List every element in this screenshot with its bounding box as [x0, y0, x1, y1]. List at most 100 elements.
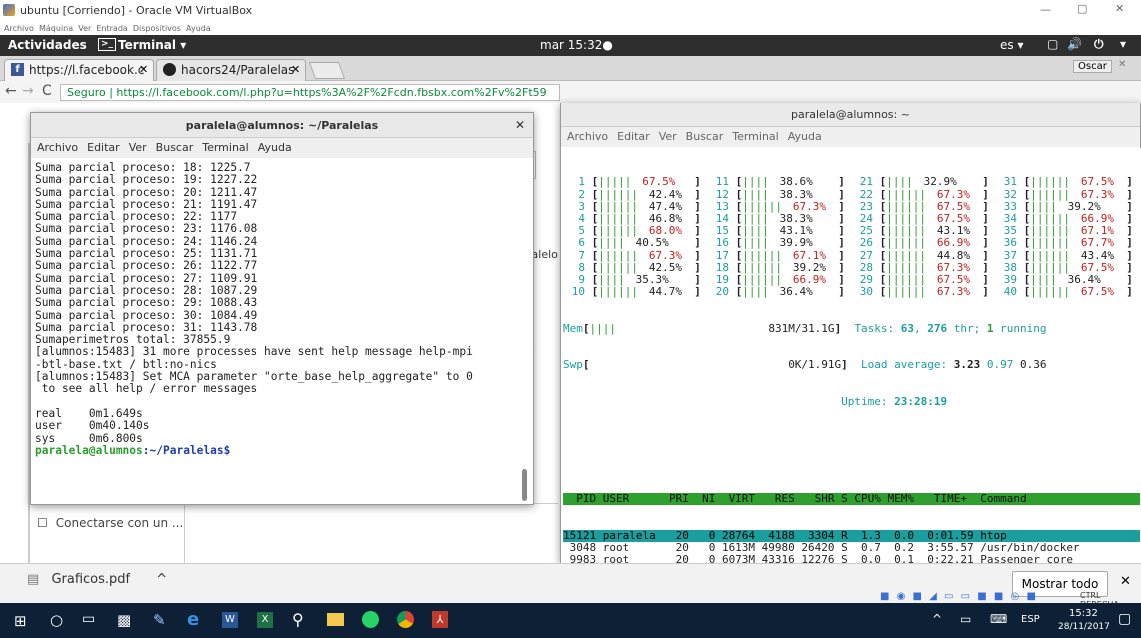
close-icon[interactable]: ✕: [1120, 574, 1131, 589]
word-icon[interactable]: W: [222, 612, 238, 628]
close-icon[interactable]: ✕: [515, 113, 525, 138]
window-icon[interactable]: ▢: [1047, 37, 1058, 51]
maximize-icon[interactable]: ▢: [1077, 2, 1087, 15]
chevron-up-icon[interactable]: ^: [156, 572, 167, 587]
terminal-titlebar[interactable]: paralela@alumnos: ~: [561, 103, 1140, 127]
cpu-bar: ||||||: [742, 260, 782, 274]
chrome-icon[interactable]: [397, 611, 414, 628]
github-icon: [163, 63, 176, 76]
forward-icon[interactable]: →: [22, 83, 34, 99]
gnome-topbar: Actividades >_ Terminal ▾ mar 15:32● es …: [0, 35, 1141, 56]
menu-terminal[interactable]: Terminal: [732, 130, 779, 143]
cpu-meter: 40 [|||||| 67.5%]: [995, 286, 1139, 298]
connect-label: Conectarse con un ...: [55, 516, 184, 530]
terminal-menubar: Archivo Editar Ver Buscar Terminal Ayuda: [561, 127, 1140, 147]
cpu-percent: 67.3%: [936, 285, 970, 299]
cpu-percent: 67.5%: [1080, 285, 1114, 299]
close-icon[interactable]: ✕: [1115, 2, 1124, 15]
excel-icon[interactable]: X: [257, 612, 273, 628]
tab-facebook[interactable]: f https://l.facebook.c ✕: [4, 59, 154, 81]
pdf-icon[interactable]: ⅄: [432, 611, 448, 628]
windows-start-icon[interactable]: ⊞: [14, 612, 27, 630]
cpu-bar: ||||: [1030, 199, 1057, 213]
terminal-titlebar[interactable]: paralela@alumnos: ~/Paralelas ✕: [31, 113, 533, 138]
cpu-number: 6: [578, 236, 585, 250]
notification-icon[interactable]: ▢: [1118, 611, 1131, 627]
cpu-bar: ||||: [886, 175, 913, 189]
close-tab-icon[interactable]: ✕: [139, 63, 148, 76]
menu-archivo[interactable]: Archivo: [37, 141, 78, 154]
address-bar[interactable]: Seguro | https://l.facebook.com/l.php?u=…: [60, 84, 560, 101]
cpu-bar: ||||||: [1030, 248, 1070, 262]
cpu-bar: ||||||: [598, 224, 638, 238]
cpu-number: 31: [1003, 175, 1017, 189]
battery-tray-icon[interactable]: ▭: [960, 612, 971, 626]
menu-ver[interactable]: Ver: [129, 141, 147, 154]
menu-buscar[interactable]: Buscar: [156, 141, 194, 154]
clock[interactable]: mar 15:32●: [540, 38, 613, 52]
clock-time[interactable]: 15:32: [1069, 608, 1098, 619]
cpu-number: 17: [715, 248, 729, 262]
menu-ayuda[interactable]: Ayuda: [788, 130, 822, 143]
facebook-icon: f: [11, 63, 24, 76]
task-view-icon[interactable]: ▭: [82, 611, 95, 627]
connect-item[interactable]: ☐ Conectarse con un ...: [37, 516, 183, 538]
edge-icon[interactable]: e: [187, 609, 199, 630]
menu-buscar[interactable]: Buscar: [686, 130, 724, 143]
app-icon[interactable]: ⚲: [292, 610, 304, 629]
language-selector[interactable]: es ▾: [1000, 38, 1023, 52]
app-taskbar-icon[interactable]: ✎: [153, 611, 166, 629]
process-header[interactable]: PID USER PRI NI VIRT RES SHR S CPU% MEM%…: [563, 492, 1140, 506]
running-label: running: [993, 321, 1047, 335]
menu-ver[interactable]: Ver: [659, 130, 677, 143]
virtualbox-taskbar-icon[interactable]: ▩: [117, 611, 131, 629]
volume-icon[interactable]: 🔊: [1067, 37, 1082, 51]
search-icon[interactable]: ○: [50, 611, 63, 629]
file-explorer-icon[interactable]: [327, 613, 344, 626]
keyboard-icon[interactable]: ⌨: [990, 612, 1007, 626]
reload-icon[interactable]: C: [42, 83, 52, 99]
cpu-bar: |||||: [598, 175, 632, 189]
cpu-bar: ||||||: [886, 187, 926, 201]
thr-label: thr;: [947, 321, 987, 335]
cpu-percent: 42.4%: [648, 187, 682, 201]
close-tab-icon[interactable]: ✕: [291, 63, 300, 76]
cpu-bar: ||||||: [1030, 175, 1070, 189]
menu-ayuda[interactable]: Ayuda: [258, 141, 292, 154]
activities-button[interactable]: Actividades: [8, 38, 87, 52]
menu-terminal[interactable]: Terminal: [202, 141, 249, 154]
download-item[interactable]: ▤ Graficos.pdf ^: [27, 572, 167, 596]
new-tab-button[interactable]: [308, 62, 346, 79]
menu-editar[interactable]: Editar: [617, 130, 650, 143]
process-row[interactable]: 9983 root 20 0 6073M 43316 12276 S 0.0 0…: [563, 553, 1140, 563]
terminal-prompt: paralela@alumnos:~/Paralelas$: [35, 444, 527, 457]
cpu-percent: 67.3%: [648, 248, 682, 262]
terminal-window-paralelas[interactable]: paralela@alumnos: ~/Paralelas ✕ Archivo E…: [30, 112, 534, 505]
terminal-window-htop[interactable]: paralela@alumnos: ~ Archivo Editar Ver Busc…: [560, 103, 1141, 563]
input-language[interactable]: ESP: [1021, 614, 1040, 625]
close-window-icon[interactable]: ✕: [1118, 59, 1126, 70]
cpu-bar: ||||||: [742, 248, 782, 262]
profile-button[interactable]: Oscar: [1073, 60, 1112, 73]
chevron-down-icon[interactable]: ▾: [1120, 37, 1126, 51]
terminal-output[interactable]: Suma parcial proceso: 18: 1225.7 Suma par…: [31, 160, 531, 504]
minimize-icon[interactable]: —: [1040, 3, 1051, 16]
tab-github[interactable]: hacors24/Paralelas ✕: [156, 59, 306, 81]
scrollbar-thumb[interactable]: [522, 469, 527, 501]
cpu-bar: ||||||: [742, 273, 782, 287]
menu-editar[interactable]: Editar: [87, 141, 120, 154]
vbox-menu[interactable]: Archivo Máquina Ver Entrada Dispositivos…: [4, 24, 211, 33]
htop-output[interactable]: 1 [||||| 67.5%] 11 [|||| 38.6%] 21 [|||| 32.9…: [561, 148, 1141, 563]
tray-chevron-up-icon[interactable]: ^: [932, 612, 942, 626]
battery-icon[interactable]: ⏻: [1094, 37, 1104, 52]
clock-date[interactable]: 28/11/2017: [1058, 622, 1110, 632]
chrome-tabstrip: f https://l.facebook.c ✕ hacors24/Parale…: [0, 56, 1141, 81]
tab-label: https://l.facebook.c: [29, 63, 145, 77]
menu-archivo[interactable]: Archivo: [567, 130, 608, 143]
vbox-title: ubuntu [Corriendo] - Oracle VM VirtualBo…: [20, 4, 253, 17]
whatsapp-icon[interactable]: [362, 611, 379, 628]
back-icon[interactable]: ←: [5, 83, 17, 99]
mem-row: Mem[|||| 831M/31.1G] Tasks: 63, 276 thr;…: [563, 321, 1047, 335]
vbox-status-icons: ■ ◉ ■ ◢ ▭ ▭ ■ ■ ◎ ■: [880, 591, 1038, 602]
terminal-app-menu[interactable]: Terminal ▾: [118, 38, 186, 52]
